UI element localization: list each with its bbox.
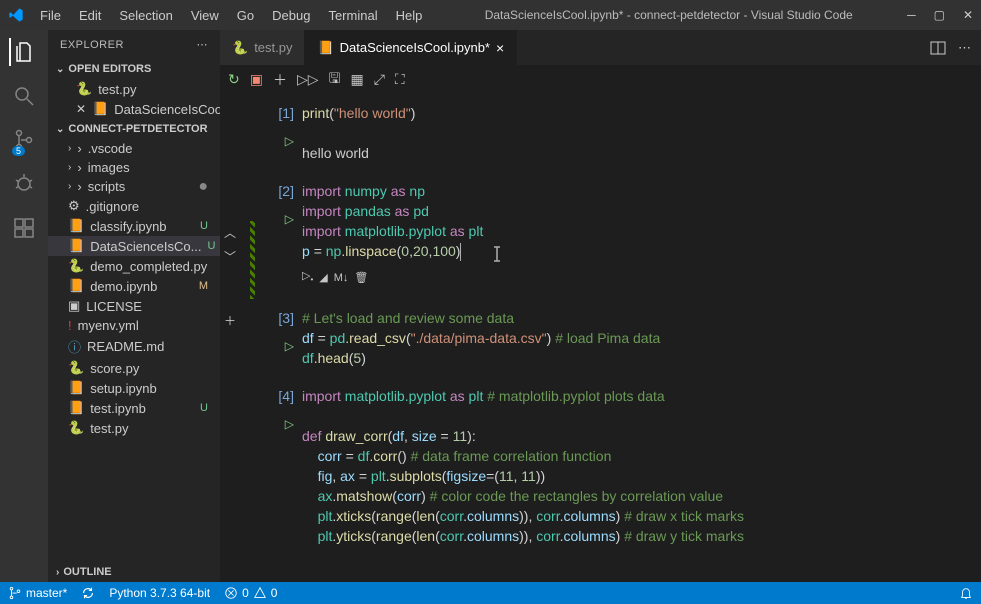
git-branch[interactable]: master* [8,586,67,600]
interrupt-icon[interactable]: ▣ [250,71,263,88]
menu-edit[interactable]: Edit [71,4,109,27]
debug-icon[interactable] [10,170,38,198]
notebook-body[interactable]: ︿ ﹀ ＋ [1]▷ print("hello world") hello wo… [220,95,981,582]
menu-debug[interactable]: Debug [264,4,318,27]
cell-4[interactable]: [4]▷ import matplotlib.pyplot as plt # m… [256,386,981,546]
scm-icon[interactable]: 5 [10,126,38,154]
run-above-icon[interactable]: ◢ [319,268,327,288]
file-item[interactable]: ⓘREADME.md [48,335,220,358]
cell-3[interactable]: [3]▷ # Let's load and review some data d… [256,308,981,368]
file-item[interactable]: 📙setup.ipynb [48,378,220,398]
close-editor-icon[interactable]: ✕ [76,102,86,116]
explorer-header: EXPLORER⋯ [48,30,220,59]
run-cell-icon[interactable]: ▷ [285,131,294,151]
tab-bar: 🐍test.py 📙DataScienceIsCool.ipynb*× ⋯ [220,30,981,65]
extensions-icon[interactable] [10,214,38,242]
maximize-icon[interactable]: ▢ [934,8,945,22]
add-cell-icon[interactable]: ＋ [224,311,236,331]
cell-2[interactable]: [2]▷ import numpy as np import pandas as… [256,181,981,290]
outline-section[interactable]: ›OUTLINE [48,562,220,582]
file-item[interactable]: 🐍test.py [48,418,220,438]
more-icon[interactable]: ⋯ [197,38,209,51]
file-item[interactable]: 📙test.ipynbU [48,398,220,418]
open-editor-item[interactable]: ✕📙DataScienceIsCoo...● [48,99,220,119]
cell-prompt: [4] [278,386,294,406]
menu-go[interactable]: Go [229,4,262,27]
file-item[interactable]: 🐍score.py [48,358,220,378]
sync-icon[interactable] [81,586,95,600]
cell-prompt: [3] [278,308,294,328]
cell-1[interactable]: [1]▷ print("hello world") hello world [256,103,981,163]
file-item[interactable]: ▣LICENSE [48,296,220,316]
file-item[interactable]: ››.vscode [48,139,220,158]
cell-toolbar: ▷• ◢ M↓ 🗑 [302,266,961,290]
file-item[interactable]: ››images [48,158,220,177]
run-cell-icon[interactable]: ▷ [285,336,294,356]
save-icon[interactable]: 🖫 [329,68,341,92]
move-down-icon[interactable]: ﹀ [224,247,236,267]
notebook-toolbar: ↻ ▣ ＋ ▷▷ 🖫 ▦ ⤢ ⛶ [220,65,981,95]
cell-prompt: [1] [278,103,294,123]
delete-cell-icon[interactable]: 🗑 [354,268,368,288]
file-item[interactable]: 📙demo.ipynbM [48,276,220,296]
menu-help[interactable]: Help [388,4,431,27]
expand-icon[interactable]: ⛶ [395,71,405,88]
run-by-line-icon[interactable]: ▷• [302,266,313,290]
search-icon[interactable] [10,82,38,110]
file-item[interactable]: ››scripts● [48,177,220,196]
titlebar: File Edit Selection View Go Debug Termin… [0,0,981,30]
open-editor-item[interactable]: 🐍test.py [48,79,220,99]
markdown-icon[interactable]: M↓ [334,268,349,288]
sidebar: EXPLORER⋯ ⌄OPEN EDITORS 🐍test.py ✕📙DataS… [48,30,220,582]
cell-output: hello world [302,143,961,163]
file-item[interactable]: ⚙.gitignore [48,196,220,216]
file-item[interactable]: !myenv.yml [48,316,220,335]
activity-bar: 5 [0,30,48,582]
project-section[interactable]: ⌄CONNECT-PETDETECTOR [48,119,220,139]
cell-reorder-controls: ︿ ﹀ ＋ [224,223,236,331]
diff-indicator [250,221,255,299]
menu-terminal[interactable]: Terminal [320,4,385,27]
close-icon[interactable]: ✕ [963,8,973,22]
file-item[interactable]: 🐍demo_completed.py [48,256,220,276]
export-icon[interactable]: ⤢ [374,71,385,88]
close-tab-icon[interactable]: × [496,40,504,56]
grid-icon[interactable]: ▦ [350,71,363,88]
status-bar: master* Python 3.7.3 64-bit 0 0 [0,582,981,604]
menu-selection[interactable]: Selection [111,4,180,27]
python-interpreter[interactable]: Python 3.7.3 64-bit [109,586,210,600]
add-cell-icon[interactable]: ＋ [273,70,287,90]
problems[interactable]: 0 0 [224,586,277,600]
explorer-icon[interactable] [9,38,37,66]
run-all-icon[interactable]: ▷▷ [297,71,319,88]
menu-bar: File Edit Selection View Go Debug Termin… [32,4,430,27]
tab-datascience[interactable]: 📙DataScienceIsCool.ipynb*× [305,30,517,65]
file-item[interactable]: 📙classify.ipynbU [48,216,220,236]
minimize-icon[interactable]: ─ [907,8,916,22]
open-editors-section[interactable]: ⌄OPEN EDITORS [48,59,220,79]
move-up-icon[interactable]: ︿ [224,223,236,243]
menu-file[interactable]: File [32,4,69,27]
cell-prompt: [2] [278,181,294,201]
file-item[interactable]: 📙DataScienceIsCo...U [48,236,220,256]
split-editor-icon[interactable] [930,40,946,56]
vscode-logo-icon [8,7,24,23]
window-title: DataScienceIsCool.ipynb* - connect-petde… [430,8,907,22]
more-icon[interactable]: ⋯ [958,40,971,56]
restart-icon[interactable]: ↻ [228,71,240,88]
run-cell-icon[interactable]: ▷ [285,209,294,229]
run-cell-icon[interactable]: ▷ [285,414,294,434]
editor-area: 🐍test.py 📙DataScienceIsCool.ipynb*× ⋯ ↻ … [220,30,981,582]
notifications-icon[interactable] [959,586,973,600]
tab-testpy[interactable]: 🐍test.py [220,30,305,65]
menu-view[interactable]: View [183,4,227,27]
scm-badge: 5 [12,146,25,156]
